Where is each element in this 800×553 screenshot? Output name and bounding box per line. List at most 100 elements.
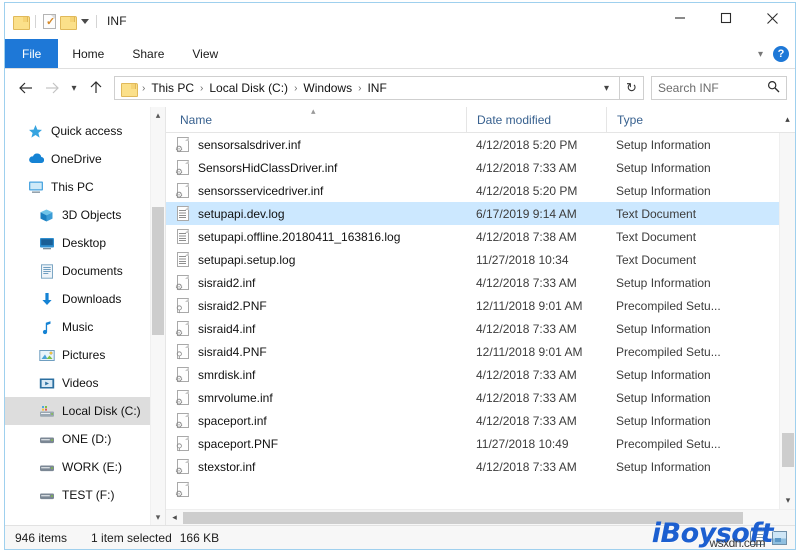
file-list-scrollbar-thumb[interactable] (782, 433, 794, 467)
table-row[interactable]: ⚙ sisraid2.inf 4/12/2018 7:33 AM Setup I… (166, 271, 795, 294)
large-icons-view-icon[interactable] (772, 531, 787, 545)
chevron-up-icon[interactable]: ▴ (156, 107, 161, 123)
sidebar-item-onedrive[interactable]: OneDrive (5, 145, 165, 173)
tab-home[interactable]: Home (58, 39, 118, 68)
sidebar-item-label: Music (62, 320, 94, 334)
folder-icon[interactable] (13, 15, 30, 30)
search-placeholder: Search INF (658, 81, 719, 95)
table-row[interactable]: ⚙ stexstor.inf 4/12/2018 7:33 AM Setup I… (166, 455, 795, 478)
sidebar-item-this-pc[interactable]: This PC (5, 173, 165, 201)
new-folder-icon[interactable] (60, 15, 77, 30)
sidebar-item-desktop[interactable]: Desktop (5, 229, 165, 257)
sidebar-item-label: Documents (62, 264, 123, 278)
scroll-up-arrow-icon[interactable]: ▴ (780, 114, 795, 125)
tab-file[interactable]: File (5, 39, 59, 68)
maximize-button[interactable] (703, 3, 749, 33)
cloud-icon (27, 151, 44, 167)
table-row[interactable]: ⚙ sisraid4.inf 4/12/2018 7:33 AM Setup I… (166, 317, 795, 340)
table-row[interactable]: ⚙ sensorsalsdriver.inf 4/12/2018 5:20 PM… (166, 133, 795, 156)
breadcrumb-separator-1: › (200, 82, 204, 94)
table-row[interactable]: setupapi.setup.log 11/27/2018 10:34 Text… (166, 248, 795, 271)
properties-icon[interactable]: ✓ (43, 13, 56, 29)
file-list-scrollbar[interactable]: ▾ (779, 133, 795, 509)
breadcrumb-dropdown-icon[interactable]: ▾ (598, 83, 615, 94)
customize-caret-icon[interactable] (81, 18, 89, 24)
chevron-down-icon[interactable]: ▾ (758, 49, 763, 60)
table-row[interactable]: ⚙ spaceport.inf 4/12/2018 7:33 AM Setup … (166, 409, 795, 432)
refresh-button[interactable]: ↻ (620, 76, 644, 100)
download-arrow-icon (38, 291, 55, 307)
table-row[interactable]: ⚙ smrdisk.inf 4/12/2018 7:33 AM Setup In… (166, 363, 795, 386)
file-rows: ⚙ sensorsalsdriver.inf 4/12/2018 5:20 PM… (166, 133, 795, 509)
file-type-cell: Text Document (616, 206, 697, 221)
navigation-scrollbar-thumb[interactable] (152, 207, 164, 335)
drive-icon (38, 487, 55, 503)
table-row[interactable]: ⚙ smrvolume.inf 4/12/2018 7:33 AM Setup … (166, 386, 795, 409)
back-button[interactable] (13, 75, 39, 101)
breadcrumb-item-windows[interactable]: Windows (300, 81, 355, 95)
details-view-icon[interactable] (750, 531, 765, 545)
breadcrumb-item-local-disk[interactable]: Local Disk (C:) (206, 81, 291, 95)
file-name: sisraid4.PNF (198, 344, 267, 359)
file-date-cell: 4/12/2018 7:33 AM (476, 413, 577, 428)
sidebar-item-quick-access[interactable]: Quick access (5, 117, 165, 145)
file-type-cell: Setup Information (616, 137, 711, 152)
column-header-date-modified[interactable]: Date modified (466, 106, 606, 133)
file-type-cell: Setup Information (616, 459, 711, 474)
column-header-type[interactable]: Type (606, 106, 780, 133)
horizontal-scrollbar-track[interactable] (183, 510, 795, 526)
up-button[interactable] (83, 75, 109, 101)
pnf-file-icon: ⚲ (176, 297, 190, 314)
file-date-cell: 12/11/2018 9:01 AM (476, 298, 583, 313)
table-row[interactable]: setupapi.offline.20180411_163816.log 4/1… (166, 225, 795, 248)
sidebar-item-work-e[interactable]: WORK (E:) (5, 453, 165, 481)
sidebar-item-downloads[interactable]: Downloads (5, 285, 165, 313)
file-name-cell: ⚙ smrvolume.inf (166, 389, 466, 406)
file-name-cell: ⚲ spaceport.PNF (166, 435, 466, 452)
sidebar-item-documents[interactable]: Documents (5, 257, 165, 285)
column-header-name[interactable]: Name ▴ (166, 106, 466, 133)
breadcrumb-item-this-pc[interactable]: This PC (148, 81, 197, 95)
breadcrumb-item-inf[interactable]: INF (364, 81, 389, 95)
column-headers: Name ▴ Date modified Type ▴ (166, 106, 795, 133)
file-name-cell: setupapi.setup.log (166, 251, 466, 268)
search-input[interactable]: Search INF (651, 76, 787, 100)
sidebar-item-videos[interactable]: Videos (5, 369, 165, 397)
recent-locations-button[interactable]: ▾ (65, 75, 83, 101)
file-name-cell: ⚙ sensorsservicedriver.inf (166, 182, 466, 199)
chevron-down-icon[interactable]: ▾ (156, 509, 161, 525)
sidebar-item-local-disk-c[interactable]: Local Disk (C:) (5, 397, 165, 425)
sidebar-item-test-f[interactable]: TEST (F:) (5, 481, 165, 509)
table-row-partial[interactable]: ⚙ (166, 478, 795, 501)
tab-view[interactable]: View (178, 39, 232, 68)
sidebar-item-one-d[interactable]: ONE (D:) (5, 425, 165, 453)
sidebar-item-label: OneDrive (51, 152, 102, 166)
sidebar-item-pictures[interactable]: Pictures (5, 341, 165, 369)
horizontal-scrollbar-thumb[interactable] (183, 511, 743, 524)
table-row[interactable]: ⚙ SensorsHidClassDriver.inf 4/12/2018 7:… (166, 156, 795, 179)
close-button[interactable] (749, 3, 795, 33)
file-date-cell: 6/17/2019 9:14 AM (476, 206, 577, 221)
tab-share[interactable]: Share (118, 39, 178, 68)
file-type-cell: Text Document (616, 252, 697, 267)
file-date-cell: 4/12/2018 7:33 AM (476, 275, 577, 290)
chevron-down-icon[interactable]: ▾ (780, 492, 796, 509)
table-row[interactable]: ⚲ sisraid2.PNF 12/11/2018 9:01 AM Precom… (166, 294, 795, 317)
table-row-selected[interactable]: setupapi.dev.log 6/17/2019 9:14 AM Text … (166, 202, 795, 225)
table-row[interactable]: ⚲ sisraid4.PNF 12/11/2018 9:01 AM Precom… (166, 340, 795, 363)
file-list-pane: Name ▴ Date modified Type ▴ ⚙ sensorsals… (165, 106, 795, 525)
help-icon[interactable]: ? (773, 46, 789, 62)
file-type-cell: Setup Information (616, 390, 711, 405)
sidebar-item-3d-objects[interactable]: 3D Objects (5, 201, 165, 229)
sidebar-item-label: 3D Objects (62, 208, 122, 222)
file-list-horizontal-scrollbar[interactable]: ◂ (166, 509, 795, 525)
breadcrumb[interactable]: › This PC › Local Disk (C:) › Windows › … (114, 76, 620, 100)
file-date-cell: 4/12/2018 5:20 PM (476, 183, 578, 198)
search-icon[interactable] (767, 80, 780, 96)
file-type-cell: Precompiled Setu... (616, 344, 721, 359)
minimize-button[interactable] (657, 3, 703, 33)
sidebar-item-music[interactable]: Music (5, 313, 165, 341)
table-row[interactable]: ⚲ spaceport.PNF 11/27/2018 10:49 Precomp… (166, 432, 795, 455)
table-row[interactable]: ⚙ sensorsservicedriver.inf 4/12/2018 5:2… (166, 179, 795, 202)
chevron-left-icon[interactable]: ◂ (166, 510, 183, 526)
